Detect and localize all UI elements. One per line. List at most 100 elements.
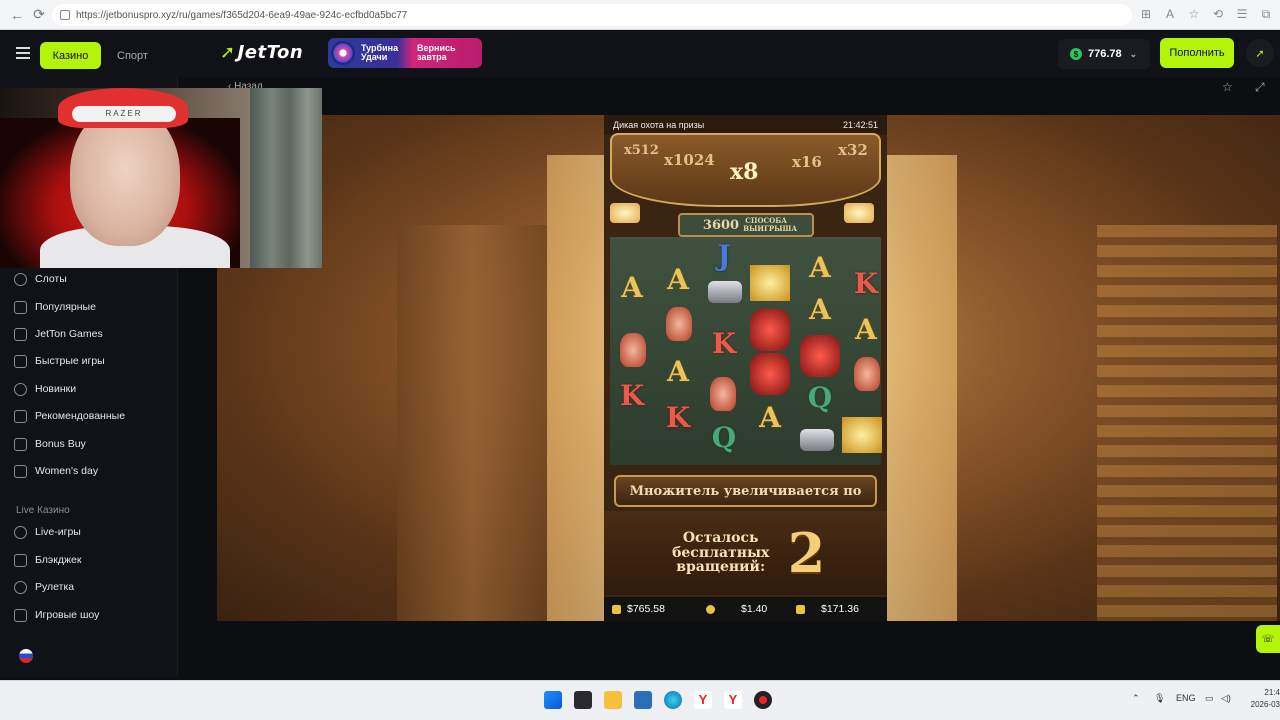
support-chat-icon[interactable]: ☏ <box>1256 625 1280 653</box>
store-icon[interactable] <box>634 691 652 709</box>
coin-icon <box>706 604 715 614</box>
fullscreen-icon[interactable]: ⤢ <box>1255 80 1271 96</box>
game-title: Дикая охота на призы <box>613 120 705 130</box>
bandit-symbol <box>750 353 790 395</box>
read-aloud-icon[interactable]: A <box>1162 4 1178 24</box>
apps-icon[interactable]: ⊞ <box>1138 4 1154 24</box>
reels: J A A A K A K A A K Q K A Q <box>610 237 882 465</box>
promo-right-text: Вернись завтра <box>417 42 456 62</box>
whiskey-bottle-symbol <box>666 307 692 341</box>
slot-bet[interactable]: $1.40 <box>700 597 792 621</box>
reload-icon[interactable]: ⟳ <box>28 4 50 26</box>
yandex-icon[interactable]: Y <box>694 691 712 709</box>
slot-top-bar: Дикая охота на призы 21:42:51 <box>604 115 887 135</box>
microphone-icon[interactable]: 🎙 <box>1154 693 1165 704</box>
favorite-star-icon[interactable]: ☆ <box>1222 80 1238 96</box>
file-explorer-icon[interactable] <box>604 691 622 709</box>
star-icon[interactable]: ☆ <box>1186 4 1202 24</box>
multiplier-x1024: x1024 <box>664 151 715 169</box>
slot-game[interactable]: Дикая охота на призы 21:42:51 x512 x1024… <box>604 115 887 621</box>
sidebar-item-popular[interactable]: Популярные <box>14 297 96 317</box>
slot-win: $171.36 <box>792 597 887 621</box>
logo[interactable]: ➚ JetTon <box>220 42 303 63</box>
sidebar-item-womens-day[interactable]: Women's day <box>14 461 98 481</box>
lightning-icon <box>14 354 27 368</box>
favorites-icon[interactable]: ☰ <box>1234 4 1250 24</box>
menu-icon[interactable] <box>16 47 30 59</box>
symbol-a: A <box>621 270 643 304</box>
live-icon <box>14 525 27 539</box>
record-app-icon[interactable] <box>754 691 772 709</box>
task-view-icon[interactable] <box>574 691 592 709</box>
ways-number: 3600 <box>702 217 740 233</box>
system-clock[interactable]: 21:4 2026-03 <box>1244 687 1280 711</box>
sidebar-item-recommended[interactable]: Рекомендованные <box>14 406 125 426</box>
live-section-title: Live Казино <box>16 505 70 516</box>
sidebar-item-blackjack[interactable]: Блэкджек <box>14 550 81 570</box>
whiskey-bottle-symbol <box>620 333 646 367</box>
symbol-a: A <box>667 262 689 296</box>
wheel-icon <box>331 41 355 65</box>
symbol-k: K <box>853 266 879 300</box>
bonus-icon <box>14 437 27 451</box>
promo-left-text: Турбина Удачи <box>361 42 399 62</box>
tab-casino[interactable]: Казино <box>40 42 101 69</box>
jet-icon <box>14 327 27 341</box>
extension-icon[interactable]: ⟲ <box>1210 4 1226 24</box>
language-indicator[interactable]: ENG <box>1176 693 1196 703</box>
sidebar-item-new[interactable]: Новинки <box>14 379 76 399</box>
balance-dropdown[interactable]: $ 776.78 ⌄ <box>1058 39 1150 69</box>
popular-icon <box>14 300 27 314</box>
balance-value: 776.78 <box>1088 48 1122 60</box>
slot-status-bar: $765.58 $1.40 $171.36 <box>604 597 887 621</box>
network-icon[interactable]: ▭ <box>1205 693 1214 704</box>
yandex-browser-icon[interactable]: Y <box>724 691 742 709</box>
saloon-door-left <box>397 225 547 621</box>
sidebar-item-label: Live-игры <box>35 526 81 538</box>
bandit-symbol <box>800 335 840 377</box>
symbol-a: A <box>759 400 781 434</box>
sidebar-item-label: Рекомендованные <box>35 410 126 422</box>
gold-symbol <box>750 265 790 301</box>
revolver-symbol <box>800 429 834 451</box>
collections-icon[interactable]: ⧉ <box>1258 4 1274 24</box>
lamp-right <box>844 203 874 223</box>
sidebar-item-label: Быстрые игры <box>35 355 105 367</box>
language-flag-icon[interactable] <box>19 649 33 663</box>
tray-chevron-icon[interactable]: ⌃ <box>1132 693 1140 704</box>
bandit-symbol <box>750 309 790 351</box>
symbol-a: A <box>855 312 877 346</box>
slot-bet-value: $1.40 <box>741 603 768 615</box>
sidebar-item-label: JetTon Games <box>35 328 103 340</box>
volume-icon[interactable]: ◁) <box>1221 693 1231 704</box>
sidebar-item-slots[interactable]: Слоты <box>14 269 67 289</box>
sidebar-item-label: Bonus Buy <box>35 438 86 450</box>
sidebar-item-fast-games[interactable]: Быстрые игры <box>14 351 105 371</box>
lamp-left <box>610 203 640 223</box>
back-arrow-icon[interactable]: ← <box>6 4 28 26</box>
webcam-overlay: RAZER <box>0 88 322 268</box>
sidebar-item-jetton-games[interactable]: JetTon Games <box>14 324 103 344</box>
saloon-door-right <box>1097 225 1277 621</box>
sidebar-item-live-games[interactable]: Live-игры <box>14 522 81 542</box>
profile-icon[interactable]: ➚ <box>1246 39 1274 67</box>
sidebar-item-roulette[interactable]: Рулетка <box>14 577 74 597</box>
symbol-q: Q <box>807 380 833 414</box>
free-spins-count: 2 <box>787 521 826 585</box>
cards-icon <box>14 553 27 567</box>
symbol-q: Q <box>711 420 737 454</box>
sidebar-item-label: Новинки <box>35 383 77 395</box>
edge-browser-icon[interactable] <box>664 691 682 709</box>
promo-banner[interactable]: Турбина Удачи Вернись завтра <box>328 38 482 68</box>
tab-sport[interactable]: Спорт <box>106 42 159 69</box>
deposit-button[interactable]: Пополнить <box>1160 38 1234 68</box>
symbol-j: J <box>717 238 731 272</box>
browser-toolbar: ← ⟳ https://jetbonuspro.xyz/ru/games/f36… <box>0 0 1280 30</box>
arch-light-right <box>887 155 957 621</box>
windows-start-icon[interactable] <box>544 691 562 709</box>
sidebar-item-bonus-buy[interactable]: Bonus Buy <box>14 434 86 454</box>
recommended-icon <box>14 409 27 423</box>
sidebar-item-game-shows[interactable]: Игровые шоу <box>14 605 99 625</box>
address-bar[interactable]: https://jetbonuspro.xyz/ru/games/f365d20… <box>52 4 1132 26</box>
free-spins-panel: Осталось бесплатных вращений: 2 <box>604 511 887 595</box>
